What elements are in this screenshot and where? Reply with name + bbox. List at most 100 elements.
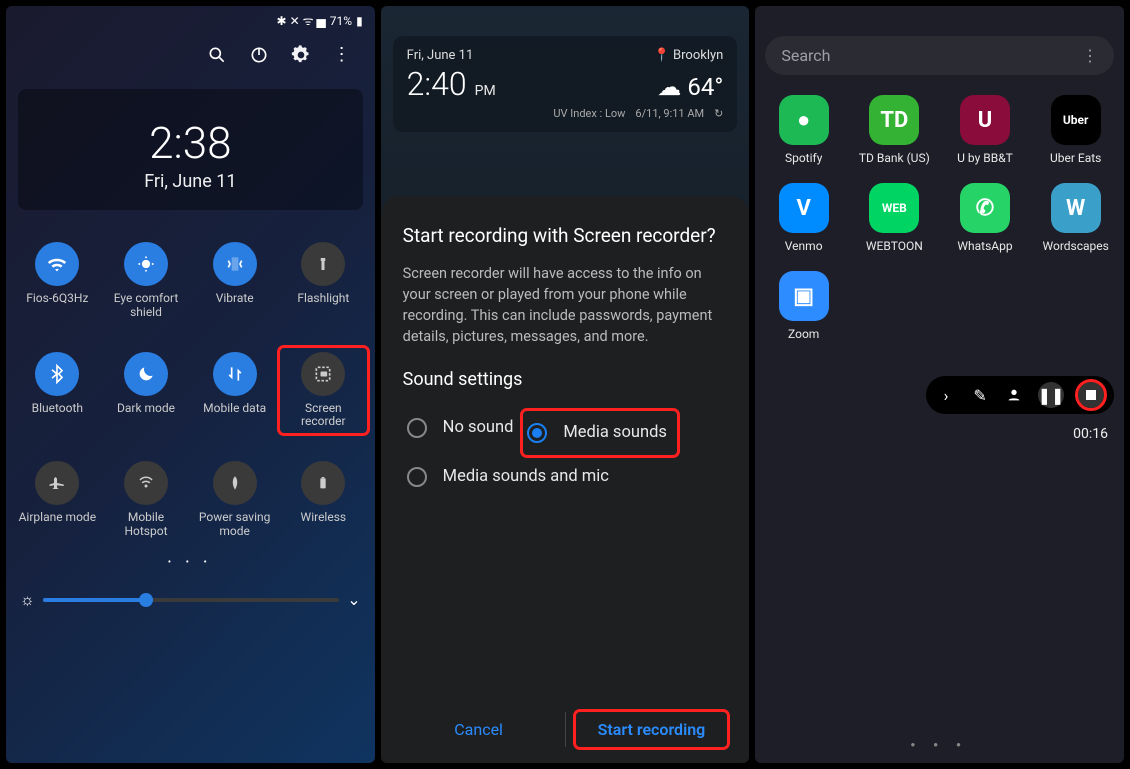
status-icons: ✱ ✕ ᯤ ▅: [277, 12, 326, 29]
app-td-bank-us-[interactable]: TD TD Bank (US): [850, 95, 939, 165]
pause-icon[interactable]: ❚❚: [1038, 382, 1064, 408]
search-placeholder: Search: [781, 46, 830, 65]
page-indicator: • • •: [6, 557, 375, 568]
app-webtoon[interactable]: WEBWEBTOON: [850, 183, 939, 253]
bluetooth-icon: [35, 352, 79, 396]
qs-tile-wifi[interactable]: Fios-6Q3Hz: [18, 242, 97, 306]
vibrate-icon: [213, 242, 257, 286]
app-grid: ●SpotifyTDTD Bank (US)UU by BB&TUberUber…: [755, 81, 1124, 355]
qs-tile-label: Vibrate: [216, 292, 254, 306]
dialog-actions: Cancel Start recording: [403, 692, 728, 747]
radio-option[interactable]: Media sounds: [523, 413, 671, 453]
app-icon: V: [779, 183, 829, 233]
qs-tile-record[interactable]: Screen recorder: [284, 352, 363, 430]
page-dots: ● ● ●: [755, 740, 1124, 749]
recorder-toolbar[interactable]: › ✎ ❚❚: [926, 376, 1114, 414]
app-label: Uber Eats: [1050, 151, 1101, 165]
qs-tiles-grid: Fios-6Q3Hz Eye comfort shield Vibrate Flash…: [6, 210, 375, 547]
gear-icon[interactable]: [291, 45, 311, 65]
screen-recorder-dialog: Fri, June 11 📍 Brooklyn 2:40 PM ☁ 64° UV…: [381, 6, 750, 763]
app-icon: WEB: [869, 183, 919, 233]
radio-list: No sound Media sounds Media sounds and mic: [403, 406, 728, 499]
qs-tile-flashlight[interactable]: Flashlight: [284, 242, 363, 306]
app-wordscapes[interactable]: WWordscapes: [1031, 183, 1120, 253]
brightness-row: ☼ ⌄: [6, 580, 375, 622]
recorder-dialog: Start recording with Screen recorder? Sc…: [381, 196, 750, 763]
qs-tile-label: Mobile Hotspot: [107, 511, 185, 539]
power-save-icon: [213, 461, 257, 505]
chevron-right-icon[interactable]: ›: [936, 385, 956, 405]
dialog-body: Screen recorder will have access to the …: [403, 263, 728, 347]
clock-panel: 2:38 Fri, June 11: [18, 89, 363, 210]
app-icon: Uber: [1051, 95, 1101, 145]
app-label: Wordscapes: [1043, 239, 1109, 253]
status-bar: ✱ ✕ ᯤ ▅ 71% ▮: [6, 6, 375, 35]
app-icon: ▣: [779, 271, 829, 321]
radio-icon: [407, 418, 427, 438]
qs-tile-bluetooth[interactable]: Bluetooth: [18, 352, 97, 416]
qs-tile-power-save[interactable]: Power saving mode: [195, 461, 274, 539]
brightness-icon: ☼: [20, 590, 35, 610]
refresh-icon[interactable]: ↻: [714, 107, 723, 120]
qs-tile-data[interactable]: Mobile data: [195, 352, 274, 416]
chevron-down-icon[interactable]: ⌄: [347, 590, 360, 609]
battery-percent: 71%: [330, 14, 352, 28]
search-box[interactable]: Search ⋮: [765, 36, 1114, 75]
qs-tile-label: Airplane mode: [19, 511, 96, 525]
app-label: Zoom: [788, 327, 819, 341]
cancel-button[interactable]: Cancel: [403, 712, 555, 747]
qs-time: 2:38: [28, 117, 353, 169]
pencil-icon[interactable]: ✎: [970, 385, 990, 405]
more-icon[interactable]: ⋮: [333, 45, 353, 65]
app-uber-eats[interactable]: Uber Uber Eats: [1031, 95, 1120, 165]
start-recording-button[interactable]: Start recording: [576, 712, 728, 747]
widget-updated: 6/11, 9:11 AM: [635, 107, 704, 120]
more-icon[interactable]: ⋮: [1082, 46, 1098, 65]
widget-temp: 64°: [687, 73, 723, 101]
qs-tile-vibrate[interactable]: Vibrate: [195, 242, 274, 306]
qs-tile-label: Flashlight: [297, 292, 349, 306]
battery-icon: [301, 461, 345, 505]
app-whatsapp[interactable]: ✆WhatsApp: [941, 183, 1030, 253]
app-icon: ●: [779, 95, 829, 145]
screen-quick-settings: ✱ ✕ ᯤ ▅ 71% ▮ ⋮ 2:38 Fri, June 11 Fios-6…: [6, 6, 375, 763]
search-icon[interactable]: [207, 45, 227, 65]
app-u-by-bb-t[interactable]: UU by BB&T: [941, 95, 1030, 165]
app-label: WhatsApp: [957, 239, 1012, 253]
wifi-icon: [35, 242, 79, 286]
qs-tile-label: Wireless: [301, 511, 347, 525]
radio-option[interactable]: No sound: [403, 408, 518, 448]
qs-tile-label: Screen recorder: [284, 402, 362, 430]
qs-tile-label: Eye comfort shield: [107, 292, 185, 320]
brightness-slider[interactable]: [43, 598, 340, 602]
radio-icon: [407, 467, 427, 487]
qs-tile-label: Dark mode: [117, 402, 175, 416]
qs-tile-label: Mobile data: [203, 402, 266, 416]
app-icon: TD: [869, 95, 919, 145]
qs-tile-hotspot[interactable]: Mobile Hotspot: [107, 461, 186, 539]
qs-tile-label: Bluetooth: [32, 402, 83, 416]
qs-tile-plane[interactable]: Airplane mode: [18, 461, 97, 525]
battery-icon: ▮: [356, 14, 363, 28]
stop-icon[interactable]: [1078, 382, 1104, 408]
widget-time: 2:40: [407, 65, 467, 103]
widget-date: Fri, June 11: [407, 48, 474, 63]
widget-location: Brooklyn: [673, 48, 723, 63]
power-icon[interactable]: [249, 45, 269, 65]
hotspot-icon: [124, 461, 168, 505]
app-spotify[interactable]: ●Spotify: [759, 95, 848, 165]
person-icon[interactable]: [1004, 385, 1024, 405]
flashlight-icon: [301, 242, 345, 286]
qs-tile-moon[interactable]: Dark mode: [107, 352, 186, 416]
app-label: Venmo: [785, 239, 823, 253]
screen-app-drawer: Search ⋮ ●Spotify TD TD Bank (US) UU by BB&…: [755, 6, 1124, 763]
radio-option[interactable]: Media sounds and mic: [403, 457, 613, 497]
qs-tile-eye[interactable]: Eye comfort shield: [107, 242, 186, 320]
radio-label: No sound: [443, 418, 514, 437]
radio-label: Media sounds and mic: [443, 467, 609, 486]
app-label: TD Bank (US): [859, 151, 930, 165]
qs-tile-label: Power saving mode: [196, 511, 274, 539]
qs-tile-battery[interactable]: Wireless: [284, 461, 363, 525]
app-venmo[interactable]: V Venmo: [759, 183, 848, 253]
app-zoom[interactable]: ▣ Zoom: [759, 271, 848, 341]
